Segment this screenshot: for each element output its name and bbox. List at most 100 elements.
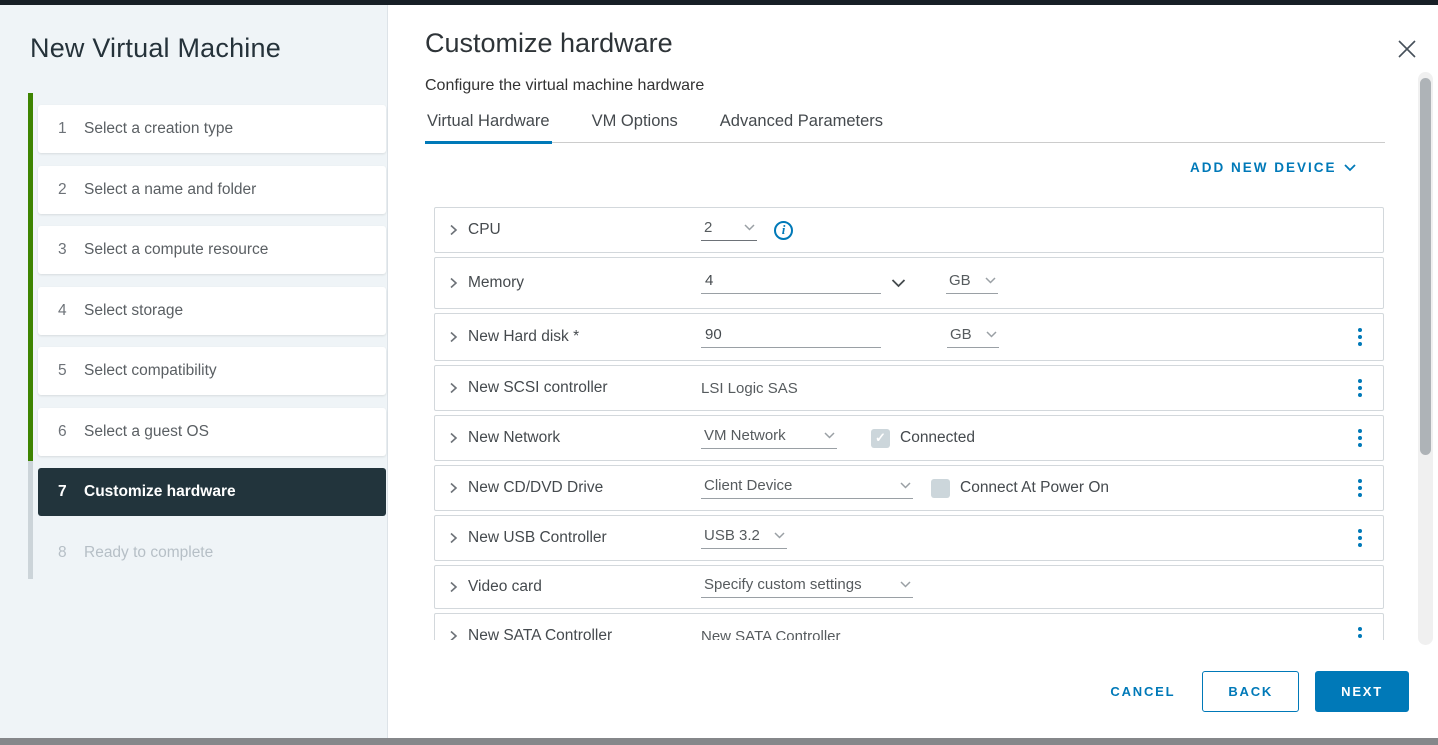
sata-controller-value: New SATA Controller	[701, 628, 841, 641]
step-label: Select a name and folder	[84, 181, 256, 199]
chevron-right-icon	[447, 224, 459, 236]
wizard-steps: 1 Select a creation type 2 Select a name…	[38, 105, 386, 589]
chevron-right-icon	[447, 277, 459, 289]
device-value-cell: GB	[701, 326, 1369, 348]
device-label-cell[interactable]: New USB Controller	[447, 529, 701, 547]
wizard-sidebar: New Virtual Machine 1 Select a creation …	[0, 5, 388, 738]
chevron-down-icon	[1344, 164, 1356, 172]
cpu-count-value: 2	[704, 219, 712, 236]
progress-rail-remaining	[28, 461, 33, 579]
back-button[interactable]: BACK	[1202, 671, 1299, 712]
cancel-button[interactable]: CANCEL	[1110, 684, 1175, 699]
close-icon[interactable]	[1396, 38, 1418, 60]
virtual-hardware-list: CPU 2 i Memory GB	[434, 207, 1384, 640]
device-label: Memory	[468, 274, 524, 292]
step-label: Ready to complete	[84, 544, 213, 562]
step-label: Select a guest OS	[84, 423, 209, 441]
chevron-right-icon	[447, 532, 459, 544]
video-settings-select[interactable]: Specify custom settings	[701, 576, 913, 598]
device-label: New USB Controller	[468, 529, 607, 547]
step-select-compatibility[interactable]: 5 Select compatibility	[38, 347, 386, 395]
disk-unit-value: GB	[950, 326, 972, 343]
step-number: 6	[58, 423, 84, 441]
memory-size-input[interactable]	[701, 272, 881, 294]
device-value-cell: Client Device Connect At Power On	[701, 477, 1369, 499]
cpu-count-select[interactable]: 2	[701, 219, 757, 241]
cd-dvd-source-select[interactable]: Client Device	[701, 477, 913, 499]
connected-checkbox[interactable]: ✓	[871, 429, 890, 448]
step-select-name-folder[interactable]: 2 Select a name and folder	[38, 166, 386, 214]
device-row-video-card: Video card Specify custom settings	[434, 565, 1384, 609]
step-number: 7	[58, 483, 84, 501]
step-label: Select storage	[84, 302, 183, 320]
device-label: New CD/DVD Drive	[468, 479, 603, 497]
connect-at-power-on-checkbox[interactable]	[931, 479, 950, 498]
device-row-network: New Network VM Network ✓ Connected	[434, 415, 1384, 461]
scrollbar-thumb[interactable]	[1420, 78, 1431, 455]
step-customize-hardware[interactable]: 7 Customize hardware	[38, 468, 386, 516]
device-label-cell[interactable]: New Hard disk *	[447, 328, 701, 346]
next-button[interactable]: NEXT	[1315, 671, 1409, 712]
chevron-down-icon	[986, 331, 997, 338]
scrollbar-track[interactable]	[1418, 72, 1433, 645]
usb-version-value: USB 3.2	[704, 527, 760, 544]
device-row-hard-disk: New Hard disk * GB	[434, 313, 1384, 361]
row-actions-kebab-icon[interactable]	[1351, 326, 1369, 348]
device-row-cd-dvd: New CD/DVD Drive Client Device Connect A…	[434, 465, 1384, 511]
usb-version-select[interactable]: USB 3.2	[701, 527, 787, 549]
tab-advanced-parameters[interactable]: Advanced Parameters	[718, 112, 885, 142]
device-label-cell[interactable]: New SCSI controller	[447, 379, 701, 397]
device-row-scsi-controller: New SCSI controller LSI Logic SAS	[434, 365, 1384, 411]
step-select-guest-os[interactable]: 6 Select a guest OS	[38, 408, 386, 456]
memory-dropdown-chevron-icon[interactable]	[891, 279, 906, 288]
device-label-cell[interactable]: CPU	[447, 221, 701, 239]
connect-at-power-on-label: Connect At Power On	[960, 479, 1109, 497]
hardware-tabs: Virtual Hardware VM Options Advanced Par…	[425, 112, 1385, 143]
step-number: 4	[58, 302, 84, 320]
device-label-cell[interactable]: New Network	[447, 429, 701, 447]
device-value-cell: New SATA Controller	[701, 625, 1369, 640]
chevron-right-icon	[447, 581, 459, 593]
device-label: New Network	[468, 429, 560, 447]
step-select-storage[interactable]: 4 Select storage	[38, 287, 386, 335]
chevron-down-icon	[985, 277, 996, 284]
tab-vm-options[interactable]: VM Options	[590, 112, 680, 142]
row-actions-kebab-icon[interactable]	[1351, 377, 1369, 399]
row-actions-kebab-icon[interactable]	[1351, 477, 1369, 499]
chevron-down-icon	[774, 532, 785, 539]
device-label: New SATA Controller	[468, 627, 612, 640]
step-number: 1	[58, 120, 84, 138]
disk-size-input[interactable]	[701, 326, 881, 348]
device-label: Video card	[468, 578, 542, 596]
step-select-creation-type[interactable]: 1 Select a creation type	[38, 105, 386, 153]
device-label: New SCSI controller	[468, 379, 608, 397]
row-actions-kebab-icon[interactable]	[1351, 427, 1369, 449]
step-label: Select a compute resource	[84, 241, 268, 259]
page-subtitle: Configure the virtual machine hardware	[425, 77, 704, 95]
progress-rail-done	[28, 93, 33, 461]
step-select-compute-resource[interactable]: 3 Select a compute resource	[38, 226, 386, 274]
memory-unit-select[interactable]: GB	[946, 272, 998, 294]
disk-unit-select[interactable]: GB	[947, 326, 999, 348]
add-new-device-button[interactable]: ADD NEW DEVICE	[1190, 160, 1356, 175]
wizard-title: New Virtual Machine	[30, 33, 281, 64]
device-label-cell[interactable]: New CD/DVD Drive	[447, 479, 701, 497]
device-label-cell[interactable]: New SATA Controller	[447, 627, 701, 640]
wizard-footer: CANCEL BACK NEXT	[1100, 671, 1409, 712]
row-actions-kebab-icon[interactable]	[1351, 527, 1369, 549]
step-number: 5	[58, 362, 84, 380]
window-bottom-strip	[0, 738, 1438, 745]
device-label-cell[interactable]: Memory	[447, 274, 701, 292]
step-number: 2	[58, 181, 84, 199]
check-icon: ✓	[875, 430, 886, 446]
device-label: CPU	[468, 221, 501, 239]
device-row-sata-controller: New SATA Controller New SATA Controller	[434, 613, 1384, 640]
chevron-down-icon	[824, 432, 835, 439]
device-label-cell[interactable]: Video card	[447, 578, 701, 596]
info-icon[interactable]: i	[774, 221, 793, 240]
chevron-right-icon	[447, 432, 459, 444]
tab-virtual-hardware[interactable]: Virtual Hardware	[425, 112, 552, 142]
network-select[interactable]: VM Network	[701, 427, 837, 449]
device-value-cell: VM Network ✓ Connected	[701, 427, 1369, 449]
row-actions-kebab-icon[interactable]	[1351, 625, 1369, 640]
